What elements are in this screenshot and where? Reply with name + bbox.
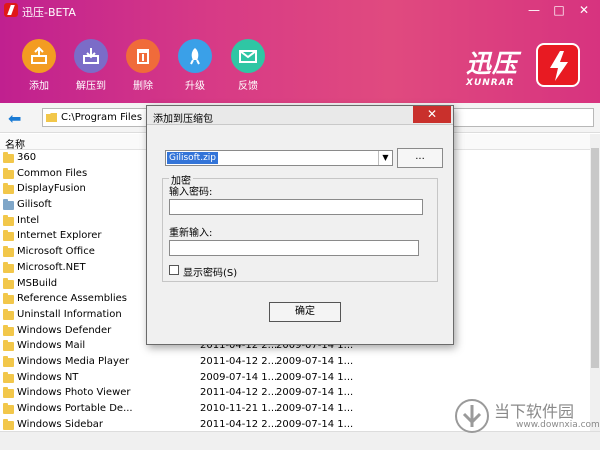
brand-name-en: XUNRAR [466, 78, 515, 88]
chevron-down-icon[interactable]: ▼ [378, 151, 392, 165]
title-bar: 迅压-BETA — □ ✕ [0, 0, 600, 22]
folder-icon [3, 387, 14, 399]
folder-icon [3, 214, 14, 226]
ok-button[interactable]: 确定 [269, 302, 341, 322]
row-name: Gilisoft [17, 199, 52, 211]
watermark-url: www.downxia.com [516, 420, 600, 430]
upgrade-button[interactable]: 升级 [170, 39, 220, 92]
row-name: Windows Media Player [17, 355, 130, 367]
scrollbar-thumb[interactable] [591, 148, 599, 368]
folder-icon [46, 113, 57, 122]
show-password-checkbox[interactable] [169, 265, 179, 275]
watermark-logo-icon [455, 399, 489, 433]
reenter-label: 重新输入: [169, 228, 213, 239]
back-arrow-icon[interactable]: ⬅ [8, 109, 21, 128]
row-name: 360 [17, 152, 37, 163]
row-modified: 2011-04-12 2... [200, 418, 278, 430]
extract-button[interactable]: 解压到 [66, 39, 116, 92]
row-created: 2009-07-14 1... [276, 355, 354, 367]
rocket-icon [178, 39, 212, 73]
upgrade-label: 升级 [185, 81, 205, 92]
archive-name-value: Gilisoft.zip [167, 152, 219, 164]
row-name: Windows NT [17, 371, 79, 383]
window-title: 迅压-BETA [22, 6, 76, 19]
vertical-scrollbar[interactable] [590, 134, 600, 431]
dialog-close-button[interactable]: ✕ [413, 106, 451, 123]
table-row[interactable]: Windows Media Player 2011-04-12 2... 2009-… [0, 355, 590, 371]
close-button[interactable]: ✕ [572, 0, 596, 20]
add-label: 添加 [29, 81, 49, 92]
dialog-title: 添加到压缩包 [153, 114, 213, 125]
brand-name-cn: 迅压 [466, 49, 519, 78]
password-label: 输入密码: [169, 187, 213, 198]
row-name: Windows Mail [17, 340, 86, 352]
lightning-logo-icon [536, 43, 580, 87]
watermark-text: 当下软件园 [494, 402, 575, 421]
folder-icon [3, 355, 14, 367]
folder-icon [3, 199, 14, 211]
dialog-title-bar: 添加到压缩包 ✕ [147, 106, 453, 125]
show-password-label[interactable]: 显示密码(S) [183, 264, 237, 279]
row-name: Reference Assemblies [17, 293, 127, 305]
row-modified: 2011-04-12 2... [200, 387, 278, 399]
row-name: Intel [17, 214, 40, 226]
row-created: 2009-07-14 1... [276, 403, 354, 414]
row-name: MSBuild [17, 277, 58, 289]
row-name: Common Files [17, 167, 88, 179]
row-created: 2009-07-14 1... [276, 371, 354, 383]
row-name: Uninstall Information [17, 308, 122, 320]
row-name: Windows Portable De... [17, 403, 133, 414]
browse-button[interactable]: ... [397, 148, 443, 168]
row-modified: 2011-04-12 2... [200, 355, 278, 367]
row-name: Microsoft Office [17, 246, 95, 258]
add-icon [22, 39, 56, 73]
folder-icon [3, 230, 14, 242]
reenter-password-input[interactable] [169, 240, 419, 256]
folder-icon [3, 308, 14, 320]
table-row[interactable]: Windows NT 2009-07-14 1... 2009-07-14 1... [0, 371, 590, 387]
folder-icon [3, 152, 14, 163]
row-created: 2009-07-14 1... [276, 387, 354, 399]
minimize-button[interactable]: — [522, 0, 546, 20]
delete-button[interactable]: 删除 [118, 39, 168, 92]
feedback-label: 反馈 [238, 81, 258, 92]
maximize-button[interactable]: □ [547, 0, 571, 20]
row-modified: 2010-11-21 1... [200, 403, 278, 414]
add-button[interactable]: 添加 [14, 39, 64, 92]
column-name-header[interactable]: 名称 [5, 136, 25, 151]
row-created: 2009-07-14 1... [276, 418, 354, 430]
folder-icon [3, 371, 14, 383]
folder-icon [3, 183, 14, 195]
folder-icon [3, 340, 14, 352]
row-name: Internet Explorer [17, 230, 102, 242]
folder-icon [3, 246, 14, 258]
add-to-archive-dialog: 添加到压缩包 ✕ Gilisoft.zip ▼ ... 加密 输入密码: 重新输… [146, 105, 454, 345]
row-name: Windows Defender [17, 324, 112, 336]
folder-icon [3, 403, 14, 414]
folder-icon [3, 167, 14, 179]
delete-label: 删除 [133, 81, 153, 92]
folder-icon [3, 277, 14, 289]
brand: 迅压 XUNRAR [466, 44, 518, 88]
folder-icon [3, 418, 14, 430]
trash-icon [126, 39, 160, 73]
archive-name-combo[interactable]: Gilisoft.zip ▼ [165, 150, 393, 166]
row-name: Windows Photo Viewer [17, 387, 131, 399]
row-modified: 2009-07-14 1... [200, 371, 278, 383]
row-name: Windows Sidebar [17, 418, 104, 430]
row-name: Microsoft.NET [17, 261, 86, 273]
folder-icon [3, 324, 14, 336]
extract-label: 解压到 [76, 81, 106, 92]
mail-icon [231, 39, 265, 73]
folder-icon [3, 293, 14, 305]
extract-icon [74, 39, 108, 73]
feedback-button[interactable]: 反馈 [223, 39, 273, 92]
password-input[interactable] [169, 199, 423, 215]
app-logo-icon [4, 3, 18, 17]
row-name: DisplayFusion [17, 183, 86, 195]
folder-icon [3, 261, 14, 273]
app-header: 迅压-BETA — □ ✕ 添加 解压到 删除 升级 反馈 迅压 XUNRAR [0, 0, 600, 103]
horizontal-scrollbar[interactable] [0, 431, 600, 450]
